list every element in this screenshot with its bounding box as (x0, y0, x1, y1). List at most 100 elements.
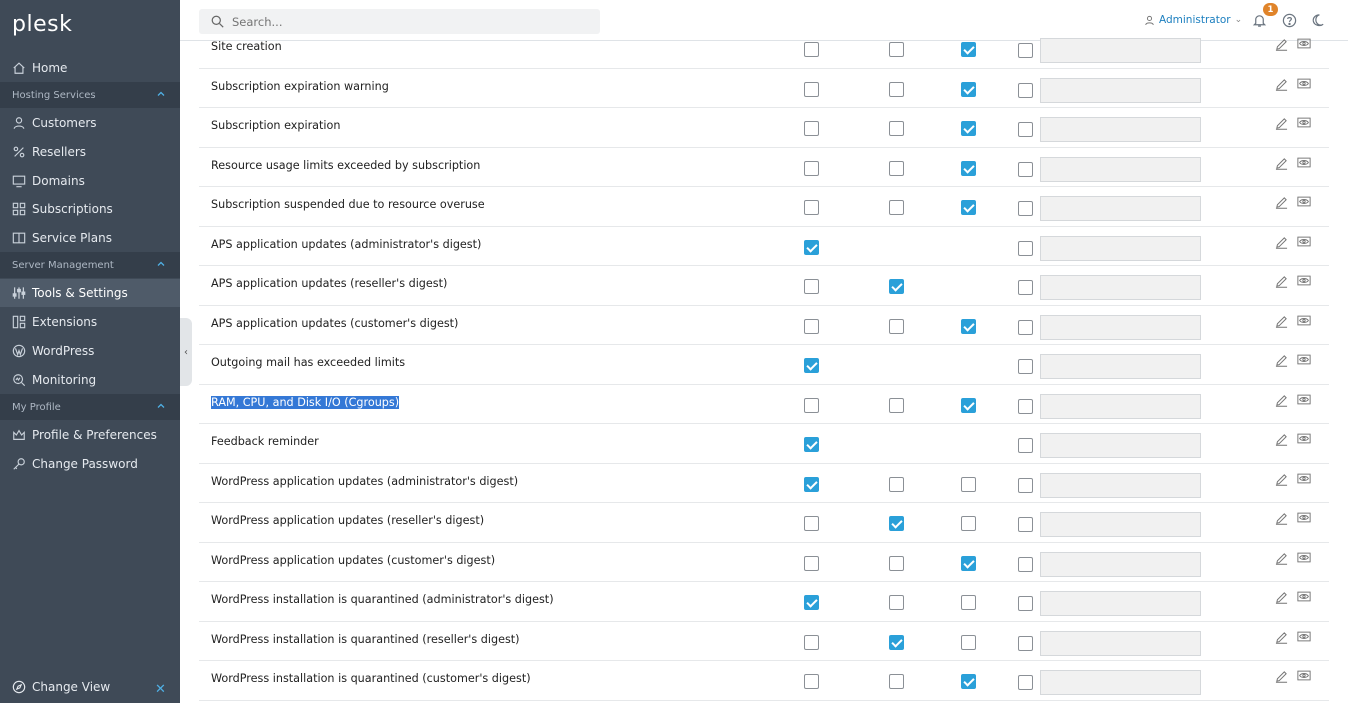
nav-monitoring[interactable]: Monitoring (0, 366, 180, 394)
preview-icon[interactable] (1297, 314, 1311, 327)
preview-icon[interactable] (1297, 195, 1311, 208)
search-input[interactable] (232, 14, 572, 29)
customer-checkbox[interactable] (961, 595, 976, 610)
email-address-field[interactable] (1040, 117, 1201, 142)
customer-checkbox[interactable] (961, 200, 976, 215)
reseller-checkbox[interactable] (889, 634, 904, 650)
admin-checkbox[interactable] (804, 358, 819, 373)
reseller-checkbox[interactable] (889, 595, 904, 610)
nav-customers[interactable]: Customers (0, 109, 180, 137)
reseller-checkbox[interactable] (889, 42, 904, 57)
preview-icon[interactable] (1297, 37, 1311, 50)
close-icon[interactable]: ✕ (155, 682, 166, 697)
edit-icon[interactable] (1275, 275, 1288, 288)
email-checkbox[interactable] (1018, 319, 1033, 335)
edit-icon[interactable] (1275, 354, 1288, 367)
admin-checkbox[interactable] (804, 239, 819, 255)
preview-icon[interactable] (1297, 77, 1311, 90)
customer-checkbox[interactable] (961, 476, 976, 492)
preview-icon[interactable] (1297, 669, 1311, 682)
section-hosting-services[interactable]: Hosting Services (0, 82, 180, 108)
chevron-up-icon[interactable] (156, 89, 166, 99)
admin-checkbox[interactable] (804, 476, 819, 492)
customer-checkbox[interactable] (961, 121, 976, 136)
preview-icon[interactable] (1297, 432, 1311, 445)
preview-icon[interactable] (1297, 472, 1311, 485)
email-checkbox[interactable] (1018, 477, 1033, 493)
edit-icon[interactable] (1275, 157, 1288, 170)
edit-icon[interactable] (1275, 394, 1288, 407)
preview-icon[interactable] (1297, 274, 1311, 287)
reseller-checkbox[interactable] (889, 121, 904, 136)
preview-icon[interactable] (1297, 156, 1311, 169)
email-address-field[interactable] (1040, 354, 1201, 379)
email-checkbox[interactable] (1018, 517, 1033, 532)
nav-resellers[interactable]: Resellers (0, 138, 180, 166)
user-menu[interactable]: Administrator ⌄ (1144, 14, 1242, 26)
edit-icon[interactable] (1275, 552, 1288, 565)
email-address-field[interactable] (1040, 670, 1201, 695)
edit-icon[interactable] (1275, 631, 1288, 644)
email-checkbox[interactable] (1018, 556, 1033, 572)
chevron-up-icon[interactable] (156, 401, 166, 411)
customer-checkbox[interactable] (961, 160, 976, 176)
admin-checkbox[interactable] (804, 437, 819, 452)
customer-checkbox[interactable] (961, 318, 976, 334)
moon-icon[interactable] (1310, 13, 1325, 28)
admin-checkbox[interactable] (804, 200, 819, 215)
edit-icon[interactable] (1275, 591, 1288, 604)
email-address-field[interactable] (1040, 551, 1201, 577)
email-address-field[interactable] (1040, 38, 1201, 63)
customer-checkbox[interactable] (961, 634, 976, 650)
edit-icon[interactable] (1275, 78, 1288, 91)
edit-icon[interactable] (1275, 117, 1288, 130)
admin-checkbox[interactable] (804, 674, 819, 689)
customer-checkbox[interactable] (961, 555, 976, 571)
reseller-checkbox[interactable] (889, 318, 904, 334)
email-address-field[interactable] (1040, 77, 1201, 103)
reseller-checkbox[interactable] (889, 160, 904, 176)
customer-checkbox[interactable] (961, 81, 976, 97)
sidebar-collapse-handle[interactable]: ‹ (180, 318, 192, 386)
email-address-field[interactable] (1040, 630, 1201, 656)
email-checkbox[interactable] (1018, 675, 1033, 690)
reseller-checkbox[interactable] (889, 397, 904, 413)
reseller-checkbox[interactable] (889, 279, 904, 294)
email-checkbox[interactable] (1018, 43, 1033, 58)
notifications-icon[interactable] (1252, 13, 1267, 28)
email-address-field[interactable] (1040, 275, 1201, 300)
email-checkbox[interactable] (1018, 201, 1033, 216)
edit-icon[interactable] (1275, 433, 1288, 446)
email-address-field[interactable] (1040, 196, 1201, 221)
edit-icon[interactable] (1275, 670, 1288, 683)
admin-checkbox[interactable] (804, 555, 819, 571)
change-view-button[interactable]: Change View (12, 680, 110, 694)
plesk-logo[interactable]: plesk (12, 12, 72, 37)
chevron-up-icon[interactable] (156, 259, 166, 269)
admin-checkbox[interactable] (804, 516, 819, 531)
admin-checkbox[interactable] (804, 160, 819, 176)
edit-icon[interactable] (1275, 473, 1288, 486)
reseller-checkbox[interactable] (889, 674, 904, 689)
email-address-field[interactable] (1040, 393, 1201, 419)
email-checkbox[interactable] (1018, 635, 1033, 651)
section-server-management[interactable]: Server Management (0, 252, 180, 278)
email-address-field[interactable] (1040, 591, 1201, 616)
edit-icon[interactable] (1275, 512, 1288, 525)
nav-extensions[interactable]: Extensions (0, 308, 180, 336)
nav-change-password[interactable]: Change Password (0, 450, 180, 478)
reseller-checkbox[interactable] (889, 200, 904, 215)
email-checkbox[interactable] (1018, 161, 1033, 177)
customer-checkbox[interactable] (961, 397, 976, 413)
nav-tools-settings[interactable]: Tools & Settings (0, 279, 180, 307)
nav-home[interactable]: Home (0, 54, 180, 82)
email-address-field[interactable] (1040, 314, 1201, 340)
nav-service-plans[interactable]: Service Plans (0, 224, 180, 252)
admin-checkbox[interactable] (804, 42, 819, 57)
email-address-field[interactable] (1040, 235, 1201, 261)
preview-icon[interactable] (1297, 235, 1311, 248)
edit-icon[interactable] (1275, 315, 1288, 328)
nav-wordpress[interactable]: WordPress (0, 337, 180, 365)
reseller-checkbox[interactable] (889, 476, 904, 492)
preview-icon[interactable] (1297, 590, 1311, 603)
